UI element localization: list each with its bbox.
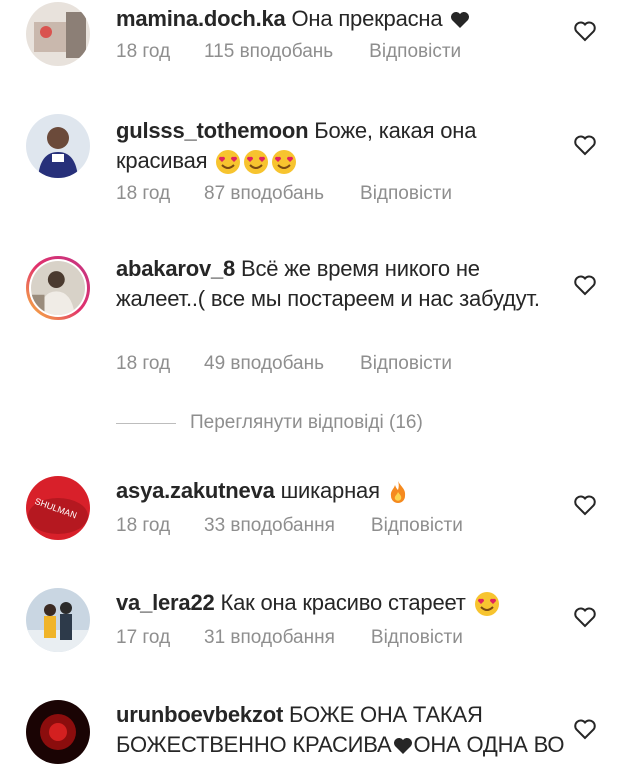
reply-button[interactable]: Відповісти — [360, 352, 452, 376]
heart-eyes-icon — [244, 150, 269, 175]
heart-eyes-emoji — [213, 148, 297, 175]
avatar-photo — [26, 700, 90, 764]
comment-time: 18 год — [116, 515, 171, 536]
comment-time: 18 год — [116, 41, 171, 62]
avatar[interactable] — [26, 114, 90, 178]
comment-username[interactable]: asya.zakutneva — [116, 478, 275, 503]
comment-username[interactable]: mamina.doch.ka — [116, 6, 286, 31]
comment-time: 18 год — [116, 183, 171, 204]
comment-username[interactable]: abakarov_8 — [116, 256, 235, 281]
comment-text: Как она красиво стареет — [220, 590, 466, 615]
comment-likes[interactable]: 33 вподобання — [204, 514, 335, 538]
avatar-photo — [26, 588, 90, 652]
comment-time: 17 год — [116, 627, 171, 648]
comment-time: 18 год — [116, 353, 171, 374]
comment-username[interactable]: va_lera22 — [116, 590, 215, 615]
divider-line — [116, 422, 176, 424]
comment-text: шикарная — [280, 478, 380, 503]
like-heart-icon[interactable] — [573, 494, 597, 516]
avatar[interactable] — [26, 588, 90, 652]
like-heart-icon[interactable] — [573, 134, 597, 156]
heart-eyes-icon — [474, 592, 499, 617]
black-heart-icon — [394, 738, 413, 755]
avatar[interactable] — [26, 256, 90, 320]
avatar[interactable] — [26, 2, 90, 66]
comment-likes[interactable]: 87 вподобань — [204, 182, 324, 206]
avatar-photo — [26, 114, 90, 178]
reply-button[interactable]: Відповісти — [371, 514, 463, 538]
avatar[interactable]: SHULMAN — [26, 476, 90, 540]
comment-text: Она прекрасна — [291, 6, 443, 31]
avatar-photo: SHULMAN — [26, 476, 90, 540]
avatar-photo — [26, 2, 90, 66]
comment-likes[interactable]: 49 вподобань — [204, 352, 324, 376]
like-heart-icon[interactable] — [573, 274, 597, 296]
comment-username[interactable]: gulsss_tothemoon — [116, 118, 309, 143]
fire-icon — [390, 481, 405, 504]
comment-text-continued: ОНА ОДНА ВО — [413, 732, 565, 757]
reply-button[interactable]: Відповісти — [371, 626, 463, 650]
comment-username[interactable]: urunboevbekzot — [116, 702, 283, 727]
view-replies-button[interactable]: Переглянути відповіді (16) — [116, 412, 423, 434]
view-replies-label: Переглянути відповіді (16) — [190, 412, 423, 433]
heart-eyes-icon — [216, 150, 241, 175]
reply-button[interactable]: Відповісти — [360, 182, 452, 206]
reply-button[interactable]: Відповісти — [369, 40, 461, 64]
avatar[interactable] — [26, 700, 90, 764]
like-heart-icon[interactable] — [573, 20, 597, 42]
comment-likes[interactable]: 115 вподобань — [204, 40, 333, 64]
like-heart-icon[interactable] — [573, 718, 597, 740]
avatar-photo — [31, 261, 85, 315]
black-heart-icon — [451, 12, 470, 29]
like-heart-icon[interactable] — [573, 606, 597, 628]
comment-likes[interactable]: 31 вподобання — [204, 626, 335, 650]
heart-eyes-icon — [272, 150, 297, 175]
